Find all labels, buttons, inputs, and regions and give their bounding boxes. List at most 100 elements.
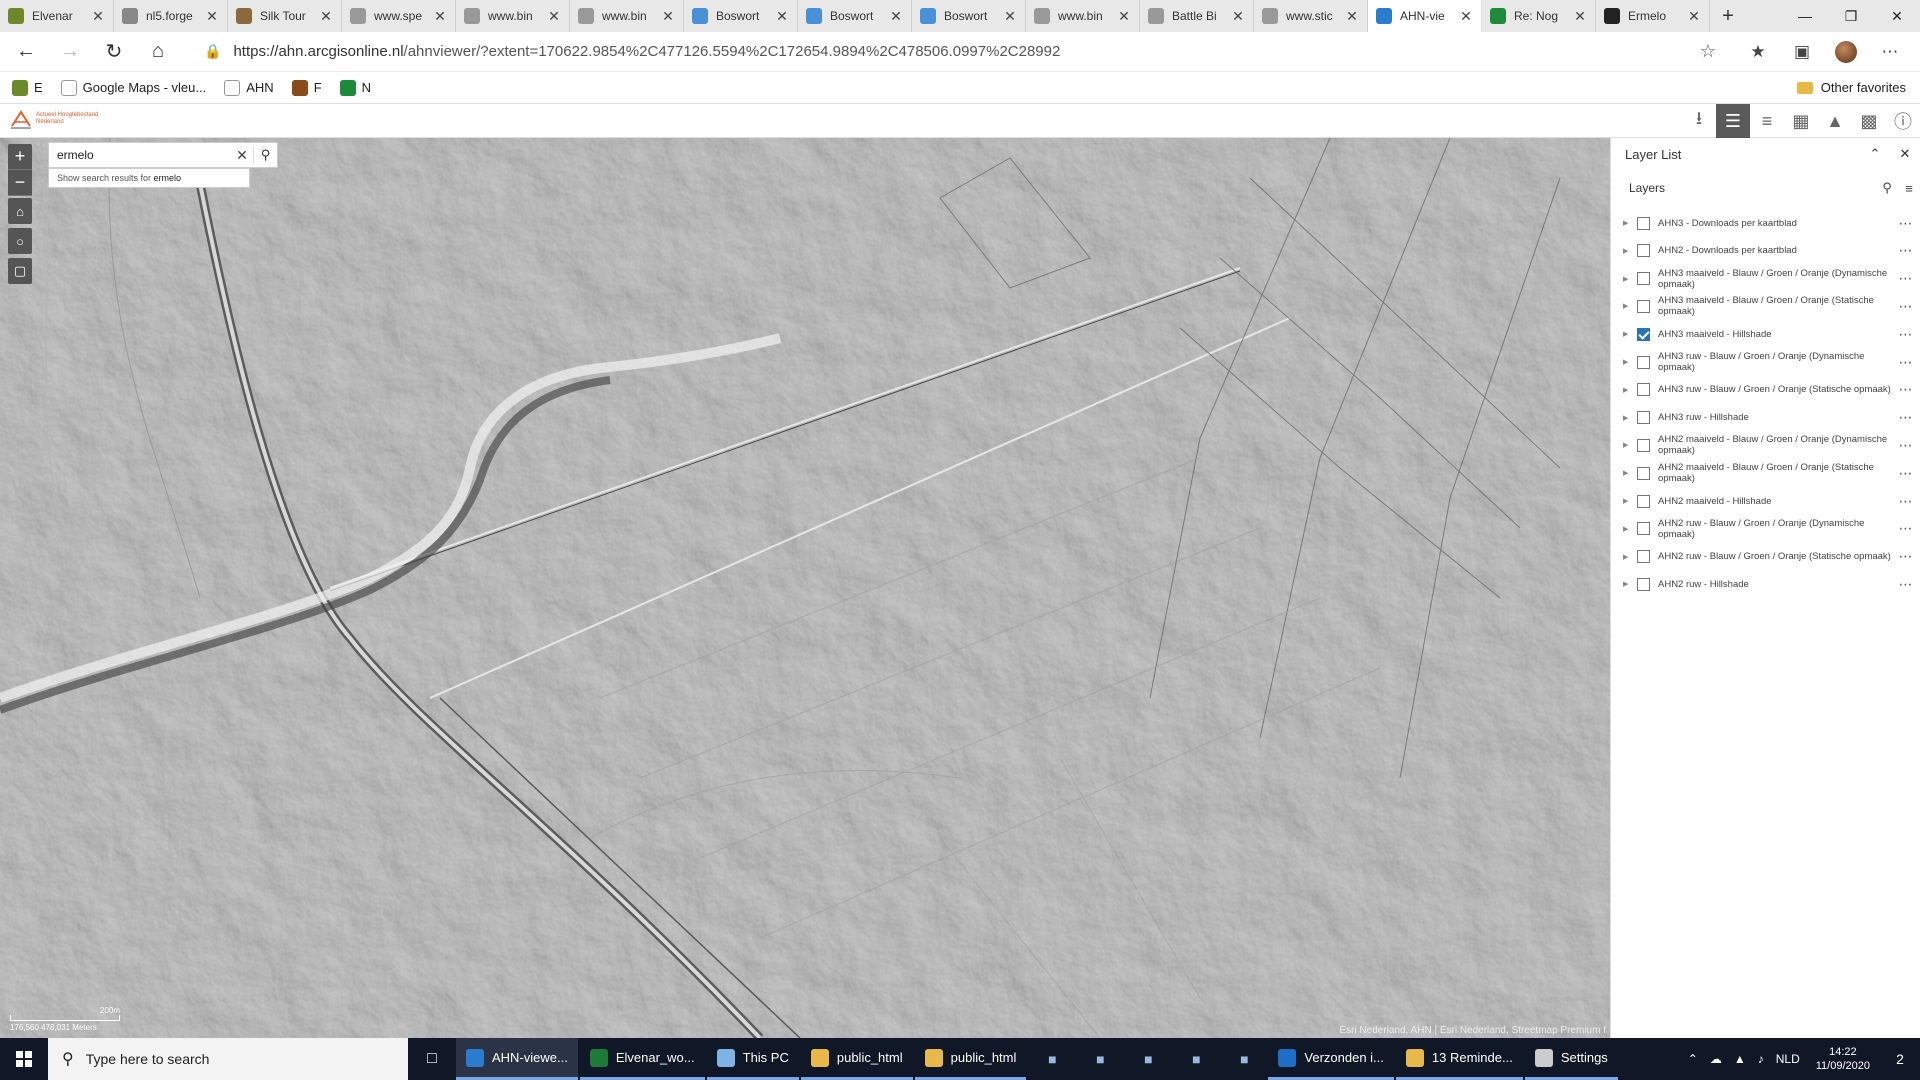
browser-tab[interactable]: Boswort ✕ bbox=[798, 0, 912, 32]
expand-caret-icon[interactable]: ▶ bbox=[1623, 497, 1637, 505]
zoom-in-button[interactable]: + bbox=[8, 144, 32, 170]
taskbar-app[interactable]: Verzonden i... bbox=[1268, 1038, 1394, 1080]
layer-checkbox[interactable] bbox=[1637, 272, 1650, 286]
network-icon[interactable]: ▲ bbox=[1728, 1052, 1752, 1066]
layer-checkbox[interactable] bbox=[1637, 466, 1650, 480]
zoom-out-button[interactable]: − bbox=[8, 170, 32, 196]
more-menu-icon[interactable]: ⋯ bbox=[1868, 36, 1912, 68]
browser-tab[interactable]: Boswort ✕ bbox=[912, 0, 1026, 32]
browser-tab[interactable]: www.bin ✕ bbox=[1026, 0, 1140, 32]
layer-checkbox[interactable] bbox=[1637, 522, 1650, 536]
expand-caret-icon[interactable]: ▶ bbox=[1623, 330, 1637, 338]
layer-checkbox[interactable] bbox=[1637, 383, 1650, 397]
browser-tab[interactable]: Ermelo ✕ bbox=[1596, 0, 1710, 32]
info-icon[interactable]: ⓘ bbox=[1886, 104, 1920, 138]
refresh-icon[interactable]: ↻ bbox=[96, 36, 132, 68]
taskbar-app[interactable]: Elvenar_wo... bbox=[579, 1038, 705, 1080]
volume-icon[interactable]: ♪ bbox=[1752, 1052, 1770, 1066]
search-layers-icon[interactable]: ⚲ bbox=[1876, 180, 1898, 196]
onenote-icon[interactable]: ■ bbox=[1220, 1038, 1268, 1080]
favorite-star-icon[interactable]: ☆ bbox=[1700, 41, 1716, 62]
close-tab-icon[interactable]: ✕ bbox=[319, 8, 333, 25]
close-icon[interactable]: ✕ bbox=[1890, 146, 1920, 162]
layer-options-icon[interactable]: ⋯ bbox=[1891, 465, 1920, 482]
fullscreen-button[interactable]: ▢ bbox=[8, 258, 32, 284]
minimize-icon[interactable]: — bbox=[1782, 0, 1828, 32]
education-icon[interactable]: ▲ bbox=[1818, 104, 1852, 138]
maximize-icon[interactable]: ❐ bbox=[1828, 0, 1874, 32]
url-field[interactable]: 🔒 https://ahn.arcgisonline.nl/ahnviewer/… bbox=[190, 35, 1730, 68]
close-tab-icon[interactable]: ✕ bbox=[433, 8, 447, 25]
expand-caret-icon[interactable]: ▶ bbox=[1623, 441, 1637, 449]
locate-button[interactable]: ○ bbox=[8, 228, 32, 254]
search-input[interactable]: ermelo bbox=[49, 148, 231, 162]
expand-caret-icon[interactable]: ▶ bbox=[1623, 386, 1637, 394]
layer-options-icon[interactable]: ⋯ bbox=[1891, 298, 1920, 315]
close-tab-icon[interactable]: ✕ bbox=[775, 8, 789, 25]
expand-caret-icon[interactable]: ▶ bbox=[1623, 525, 1637, 533]
close-tab-icon[interactable]: ✕ bbox=[91, 8, 105, 25]
taskbar-app[interactable]: This PC bbox=[706, 1038, 799, 1080]
close-tab-icon[interactable]: ✕ bbox=[661, 8, 675, 25]
close-tab-icon[interactable]: ✕ bbox=[1117, 8, 1131, 25]
layer-checkbox[interactable] bbox=[1637, 299, 1650, 313]
close-tab-icon[interactable]: ✕ bbox=[1573, 8, 1587, 25]
layer-checkbox[interactable] bbox=[1637, 327, 1650, 341]
browser-tab[interactable]: Re: Nog ✕ bbox=[1482, 0, 1596, 32]
favorites-icon[interactable]: ★ bbox=[1736, 36, 1780, 68]
expand-caret-icon[interactable]: ▶ bbox=[1623, 580, 1637, 588]
taskbar-app[interactable]: Settings bbox=[1524, 1038, 1618, 1080]
layer-options-icon[interactable]: ⋯ bbox=[1891, 548, 1920, 565]
expand-caret-icon[interactable]: ▶ bbox=[1623, 469, 1637, 477]
tray-chevron-icon[interactable]: ⌃ bbox=[1682, 1052, 1704, 1066]
close-tab-icon[interactable]: ✕ bbox=[1345, 8, 1359, 25]
layer-options-icon[interactable]: ⋯ bbox=[1891, 326, 1920, 343]
expand-caret-icon[interactable]: ▶ bbox=[1623, 414, 1637, 422]
files-icon[interactable]: ■ bbox=[1124, 1038, 1172, 1080]
taskbar-app[interactable]: AHN-viewe... bbox=[456, 1038, 578, 1080]
browser-tab[interactable]: www.stic ✕ bbox=[1254, 0, 1368, 32]
store-icon[interactable]: ■ bbox=[1028, 1038, 1076, 1080]
language-indicator[interactable]: NLD bbox=[1770, 1052, 1806, 1066]
forward-icon[interactable]: → bbox=[52, 36, 88, 68]
layer-item[interactable]: ▶ AHN2 ruw - Hillshade ⋯ bbox=[1611, 567, 1920, 601]
layer-options-icon[interactable]: ⋯ bbox=[1891, 437, 1920, 454]
close-tab-icon[interactable]: ✕ bbox=[889, 8, 903, 25]
layer-checkbox[interactable] bbox=[1637, 355, 1650, 369]
layer-options-icon[interactable]: ⋯ bbox=[1891, 409, 1920, 426]
close-tab-icon[interactable]: ✕ bbox=[1231, 8, 1245, 25]
download-icon[interactable]: ⭳ bbox=[1682, 104, 1716, 138]
layer-options-icon[interactable]: ⋯ bbox=[1891, 520, 1920, 537]
map-view[interactable]: + − ⌂ ○ ▢ ermelo ✕ ⚲ Show search results… bbox=[0, 138, 1610, 1038]
start-button[interactable] bbox=[0, 1038, 48, 1080]
taskbar-app[interactable]: public_html bbox=[914, 1038, 1027, 1080]
close-tab-icon[interactable]: ✕ bbox=[205, 8, 219, 25]
close-window-icon[interactable]: ✕ bbox=[1874, 0, 1920, 32]
other-favorites[interactable]: Other favorites bbox=[1796, 80, 1906, 95]
clear-search-icon[interactable]: ✕ bbox=[231, 147, 253, 164]
home-icon[interactable]: ⌂ bbox=[140, 36, 176, 68]
favorite-link[interactable]: F bbox=[291, 79, 322, 96]
mail-icon[interactable]: ■ bbox=[1076, 1038, 1124, 1080]
browser-tab[interactable]: nl5.forge ✕ bbox=[114, 0, 228, 32]
expand-caret-icon[interactable]: ▶ bbox=[1623, 553, 1637, 561]
taskbar-app[interactable]: public_html bbox=[800, 1038, 913, 1080]
search-suggestion[interactable]: Show search results for ermelo bbox=[48, 168, 250, 188]
browser-tab[interactable]: www.bin ✕ bbox=[570, 0, 684, 32]
task-view-icon[interactable]: □ bbox=[408, 1038, 456, 1080]
profile-button[interactable] bbox=[1824, 36, 1868, 68]
layer-options-icon[interactable]: ⋯ bbox=[1891, 215, 1920, 232]
legend-icon[interactable]: ≡ bbox=[1750, 104, 1784, 138]
favorite-link[interactable]: N bbox=[339, 79, 371, 96]
favorite-link[interactable]: AHN bbox=[224, 79, 274, 96]
close-tab-icon[interactable]: ✕ bbox=[1459, 8, 1473, 25]
close-tab-icon[interactable]: ✕ bbox=[1003, 8, 1017, 25]
taskbar-app[interactable]: 13 Reminde... bbox=[1395, 1038, 1523, 1080]
browser-tab[interactable]: Boswort ✕ bbox=[684, 0, 798, 32]
taskbar-search[interactable]: ⚲ Type here to search bbox=[48, 1038, 408, 1080]
home-extent-button[interactable]: ⌂ bbox=[8, 198, 32, 224]
browser-tab[interactable]: www.spe ✕ bbox=[342, 0, 456, 32]
print-icon[interactable]: ▩ bbox=[1852, 104, 1886, 138]
browser-tab[interactable]: Battle Bi ✕ bbox=[1140, 0, 1254, 32]
layer-options-icon[interactable]: ⋯ bbox=[1891, 270, 1920, 287]
